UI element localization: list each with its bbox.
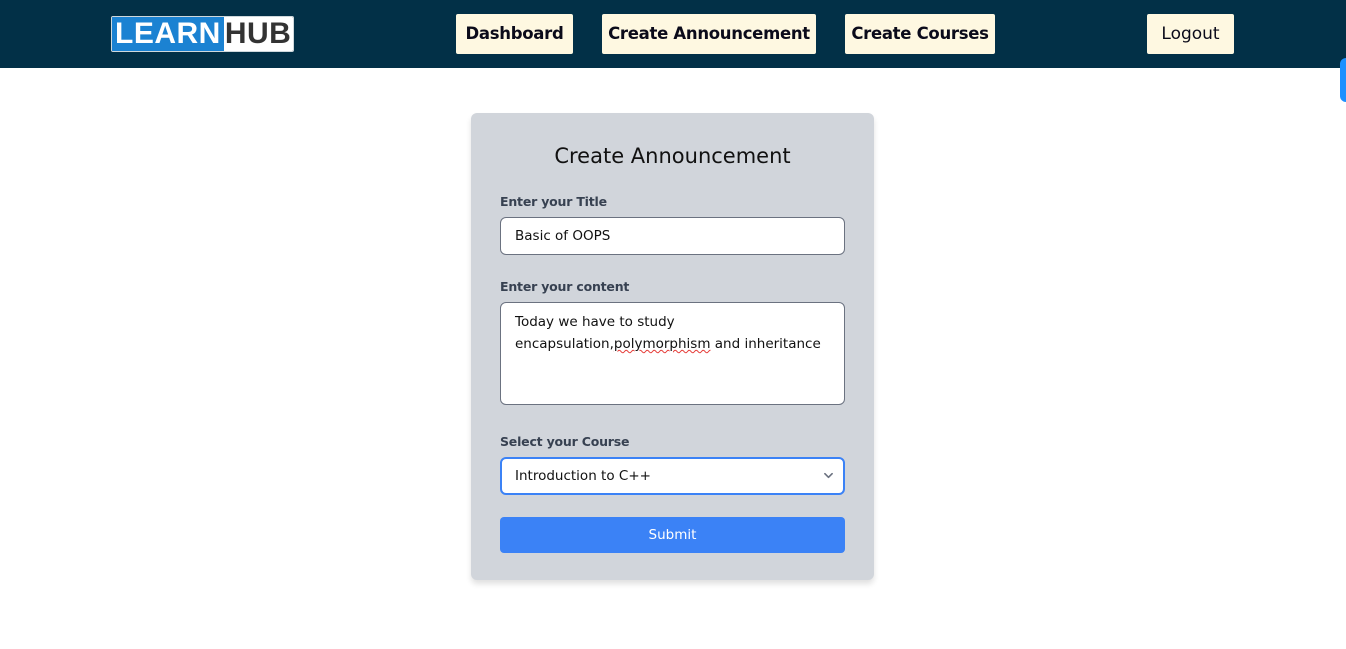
title-input[interactable] bbox=[500, 217, 845, 255]
content-label: Enter your content bbox=[500, 279, 630, 294]
logo-learn-text: LEARN bbox=[112, 17, 224, 51]
nav-create-announcement-button[interactable]: Create Announcement bbox=[602, 14, 816, 54]
content-line-1: Today we have to study bbox=[515, 314, 675, 330]
title-label: Enter your Title bbox=[500, 194, 607, 209]
side-extension-tab[interactable] bbox=[1340, 58, 1346, 102]
page-title: Create Announcement bbox=[554, 144, 791, 168]
nav-create-courses-button[interactable]: Create Courses bbox=[845, 14, 995, 54]
misspelled-word: polymorphism bbox=[613, 336, 711, 352]
content-textarea[interactable]: Today we have to study encapsulation,pol… bbox=[500, 302, 845, 405]
chevron-down-icon bbox=[824, 472, 833, 479]
course-selected-value: Introduction to C++ bbox=[515, 468, 651, 484]
course-select[interactable]: Introduction to C++ bbox=[500, 457, 845, 495]
create-announcement-card: Create Announcement Enter your Title Ent… bbox=[471, 113, 874, 580]
navbar: LEARN HUB Dashboard Create Announcement … bbox=[0, 0, 1346, 68]
course-label: Select your Course bbox=[500, 434, 630, 449]
nav-dashboard-button[interactable]: Dashboard bbox=[456, 14, 573, 54]
content-line-2-end: and inheritance bbox=[710, 336, 821, 352]
logo-hub-text: HUB bbox=[223, 17, 294, 51]
logout-button[interactable]: Logout bbox=[1147, 14, 1234, 54]
content-line-2-start: encapsulation, bbox=[515, 336, 614, 352]
learnhub-logo[interactable]: LEARN HUB bbox=[111, 16, 295, 52]
submit-button[interactable]: Submit bbox=[500, 517, 845, 553]
